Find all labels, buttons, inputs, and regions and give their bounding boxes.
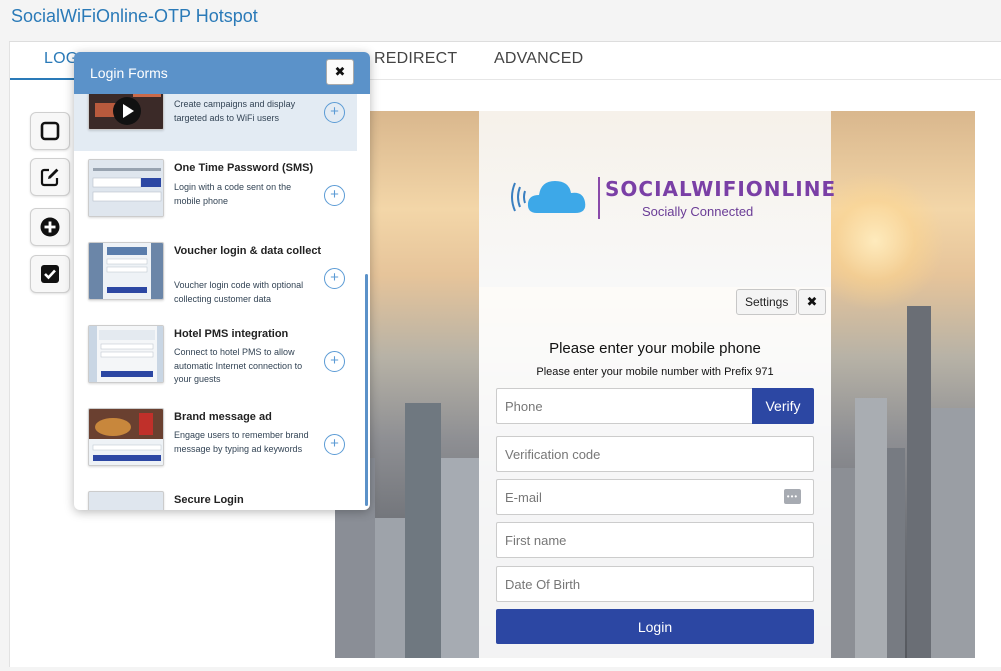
- brand-name: SOCIALWIFIONLINE: [605, 177, 837, 201]
- item-title: One Time Password (SMS): [174, 162, 314, 174]
- building: [887, 448, 905, 658]
- building: [405, 403, 441, 658]
- brand-ad-thumbnail: [88, 408, 164, 466]
- verify-button[interactable]: Verify: [752, 388, 814, 424]
- date-of-birth-field[interactable]: Date Of Birth: [496, 566, 814, 602]
- page-title: SocialWiFiOnline-OTP Hotspot: [11, 6, 258, 26]
- item-title: Secure Login: [174, 494, 244, 506]
- form-preview-icon: [89, 160, 163, 216]
- verification-code-field[interactable]: Verification code: [496, 436, 814, 472]
- tab-redirect[interactable]: REDIRECT: [374, 50, 457, 68]
- list-item-secure-login[interactable]: Secure Login: [74, 483, 357, 510]
- form-title: Please enter your mobile phone: [549, 340, 761, 357]
- login-forms-popover: Login Forms ✖ Create campaigns and displ…: [74, 52, 370, 510]
- list-item-otp-sms[interactable]: One Time Password (SMS) Login with a cod…: [74, 151, 357, 234]
- add-form-icon[interactable]: +: [324, 351, 345, 372]
- popover-close-icon[interactable]: ✖: [326, 59, 354, 85]
- form-preview-icon: [89, 326, 163, 382]
- building: [375, 518, 405, 658]
- otp-thumbnail: [88, 159, 164, 217]
- list-item-campaign-ads[interactable]: Create campaigns and display targeted ad…: [74, 94, 357, 151]
- select-button[interactable]: [30, 112, 70, 150]
- form-subtitle: Please enter your mobile number with Pre…: [536, 366, 774, 378]
- hotel-thumbnail: [88, 325, 164, 383]
- item-title: Hotel PMS integration: [174, 328, 289, 340]
- building: [441, 458, 479, 658]
- voucher-thumbnail: [88, 242, 164, 300]
- wifi-cloud-logo-icon: [511, 181, 586, 213]
- logo-separator: [598, 177, 600, 219]
- item-title: Brand message ad: [174, 411, 272, 423]
- play-icon: [89, 94, 163, 129]
- popover-header: Login Forms ✖: [74, 52, 370, 94]
- add-button[interactable]: [30, 208, 70, 246]
- building: [831, 468, 855, 658]
- item-description: Connect to hotel PMS to allow automatic …: [174, 347, 303, 384]
- list-item-brand-message[interactable]: Brand message ad Engage users to remembe…: [74, 400, 357, 483]
- active-tab-indicator: [10, 78, 74, 80]
- item-description: Create campaigns and display targeted ad…: [174, 99, 296, 123]
- building: [855, 398, 887, 658]
- form-preview-icon: [89, 243, 163, 299]
- square-outline-icon: [40, 121, 60, 141]
- login-preview: SOCIALWIFIONLINE Socially Connected Sett…: [335, 111, 975, 658]
- checkbox-icon: [41, 265, 59, 283]
- item-description: Login with a code sent on the mobile pho…: [174, 182, 292, 206]
- add-form-icon[interactable]: +: [324, 185, 345, 206]
- form-preview-icon: [89, 409, 163, 465]
- secure-login-thumbnail: [88, 491, 164, 510]
- building: [907, 306, 931, 658]
- popover-scrollbar[interactable]: [365, 274, 368, 506]
- item-description: Voucher login code with optional collect…: [174, 280, 304, 304]
- close-icon[interactable]: ✖: [798, 289, 826, 315]
- list-item-hotel-pms[interactable]: Hotel PMS integration Connect to hotel P…: [74, 317, 357, 400]
- first-name-field[interactable]: First name: [496, 522, 814, 558]
- add-form-icon[interactable]: +: [324, 434, 345, 455]
- phone-field[interactable]: Phone: [496, 388, 754, 424]
- login-button[interactable]: Login: [496, 609, 814, 644]
- edit-button[interactable]: [30, 158, 70, 196]
- brand-tagline: Socially Connected: [642, 204, 754, 219]
- item-description: Engage users to remember brand message b…: [174, 430, 309, 454]
- list-item-voucher[interactable]: Voucher login & data collect Voucher log…: [74, 234, 357, 317]
- autofill-dots-icon[interactable]: •••: [784, 489, 801, 504]
- item-title: Voucher login & data collect: [174, 245, 322, 257]
- plus-circle-icon: [40, 217, 60, 237]
- popover-title: Login Forms: [90, 65, 168, 81]
- check-button[interactable]: [30, 255, 70, 293]
- video-thumbnail: [88, 94, 164, 130]
- add-form-icon[interactable]: +: [324, 102, 345, 123]
- add-form-icon[interactable]: +: [324, 268, 345, 289]
- tab-advanced[interactable]: ADVANCED: [494, 50, 583, 68]
- login-forms-list: Create campaigns and display targeted ad…: [74, 94, 370, 510]
- settings-button[interactable]: Settings: [736, 289, 798, 315]
- email-field[interactable]: E-mail: [496, 479, 814, 515]
- building: [931, 408, 975, 658]
- edit-icon: [40, 168, 59, 187]
